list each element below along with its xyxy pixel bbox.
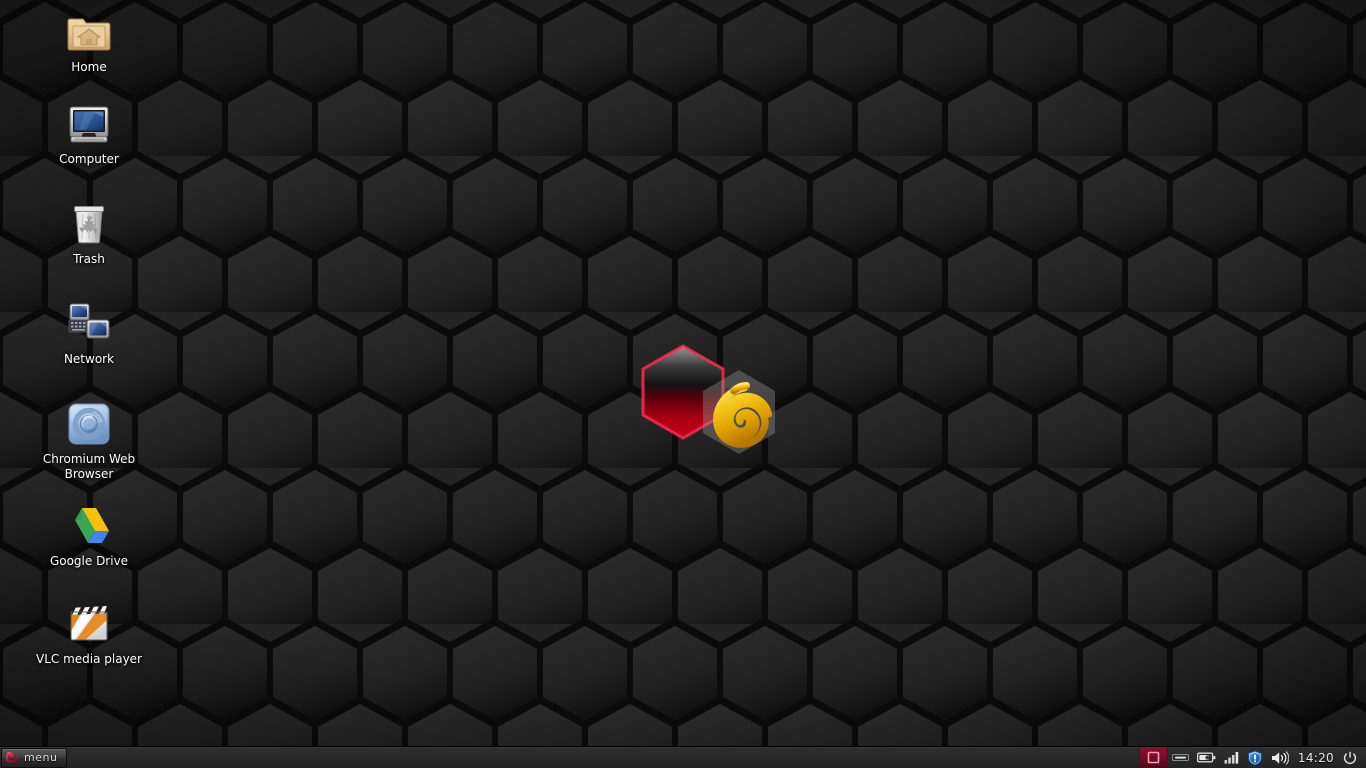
taskbar: menu 14:20	[0, 746, 1366, 768]
computer-monitor-icon	[65, 100, 113, 148]
trash-recycle-icon	[65, 200, 113, 248]
desktop-icon-chromium[interactable]: Chromium Web Browser	[20, 400, 158, 482]
window-square-icon[interactable]	[1138, 746, 1168, 768]
media-clapperboard-icon	[65, 600, 113, 648]
power-button-icon[interactable]	[1339, 747, 1361, 768]
desktop-icon-label: VLC media player	[35, 652, 142, 666]
speaker-volume-icon[interactable]	[1267, 747, 1293, 768]
desktop-icon-label: Google Drive	[49, 554, 129, 568]
window-list[interactable]	[67, 747, 1138, 768]
desktop-icon-label: Computer	[59, 152, 119, 166]
desktop-icon-network[interactable]: Network	[20, 300, 158, 367]
minimize-dash-icon[interactable]	[1168, 747, 1193, 768]
clock[interactable]: 14:20	[1293, 751, 1339, 765]
shield-update-icon[interactable]	[1243, 747, 1267, 768]
wallpaper-hexagon-pattern	[0, 0, 1366, 768]
desktop-icon-google-drive[interactable]: Google Drive	[20, 502, 158, 569]
desktop-root: Home Computer Trash Network Chromium Web…	[0, 0, 1366, 768]
battery-icon[interactable]	[1193, 747, 1220, 768]
desktop-icon-label: Chromium Web Browser	[42, 452, 136, 481]
mint-logo-icon	[4, 750, 20, 766]
desktop-icon-vlc[interactable]: VLC media player	[20, 600, 158, 667]
signal-bars-icon[interactable]	[1220, 747, 1243, 768]
desktop-icon-label: Network	[63, 352, 115, 366]
system-tray: 14:20	[1138, 746, 1366, 768]
desktop-icon-label: Home	[71, 60, 107, 74]
desktop-icon-trash[interactable]: Trash	[20, 200, 158, 267]
home-folder-icon	[65, 8, 113, 56]
desktop-icon-label: Trash	[73, 252, 105, 266]
menu-button[interactable]: menu	[1, 747, 68, 768]
desktop-icon-home[interactable]: Home	[20, 8, 158, 75]
chromium-browser-icon	[65, 400, 113, 448]
google-drive-icon	[65, 502, 113, 550]
desktop-icon-computer[interactable]: Computer	[20, 100, 158, 167]
desktop-wallpaper[interactable]	[0, 0, 1366, 768]
menu-button-label: menu	[24, 751, 58, 764]
network-computers-icon	[65, 300, 113, 348]
